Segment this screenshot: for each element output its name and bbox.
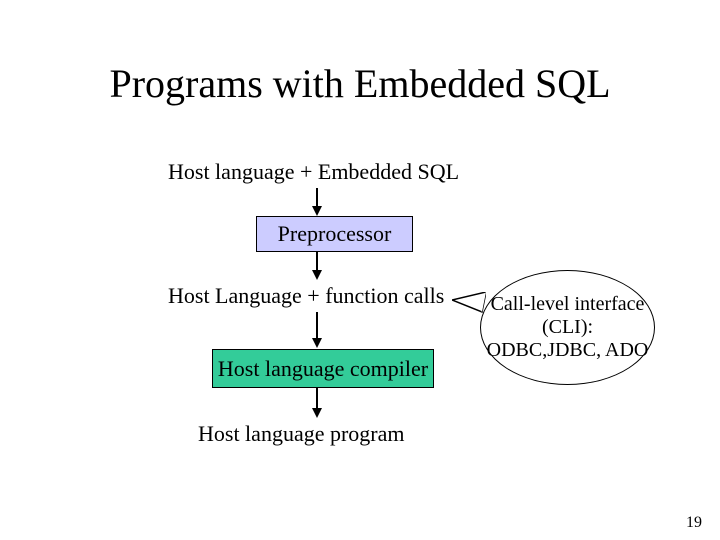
box-compiler: Host language compiler xyxy=(212,349,434,388)
page-number: 19 xyxy=(686,514,702,532)
step-host-embedded: Host language + Embedded SQL xyxy=(168,159,459,185)
step-function-calls: Host Language + function calls xyxy=(168,283,444,309)
callout-cli-text: Call-level interface (CLI): ODBC,JDBC, A… xyxy=(485,293,650,362)
box-compiler-label: Host language compiler xyxy=(218,356,428,382)
callout-cli: Call-level interface (CLI): ODBC,JDBC, A… xyxy=(480,270,655,385)
slide: Programs with Embedded SQL Host language… xyxy=(0,0,720,540)
box-preprocessor-label: Preprocessor xyxy=(278,221,392,247)
box-preprocessor: Preprocessor xyxy=(256,216,413,252)
step-program: Host language program xyxy=(198,421,405,447)
slide-title: Programs with Embedded SQL xyxy=(0,60,720,107)
callout-tail-icon xyxy=(452,292,486,314)
